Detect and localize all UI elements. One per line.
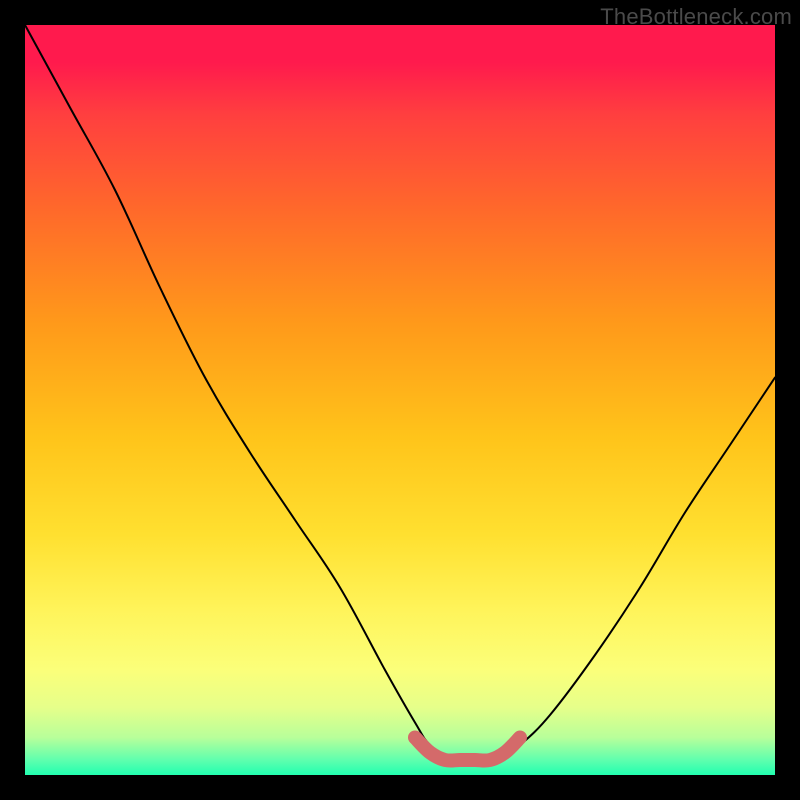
watermark-text: TheBottleneck.com bbox=[600, 4, 792, 30]
chart-svg bbox=[25, 25, 775, 775]
chart-frame: TheBottleneck.com bbox=[0, 0, 800, 800]
black-curve-path bbox=[25, 25, 775, 761]
trough-highlight-path bbox=[415, 738, 520, 761]
